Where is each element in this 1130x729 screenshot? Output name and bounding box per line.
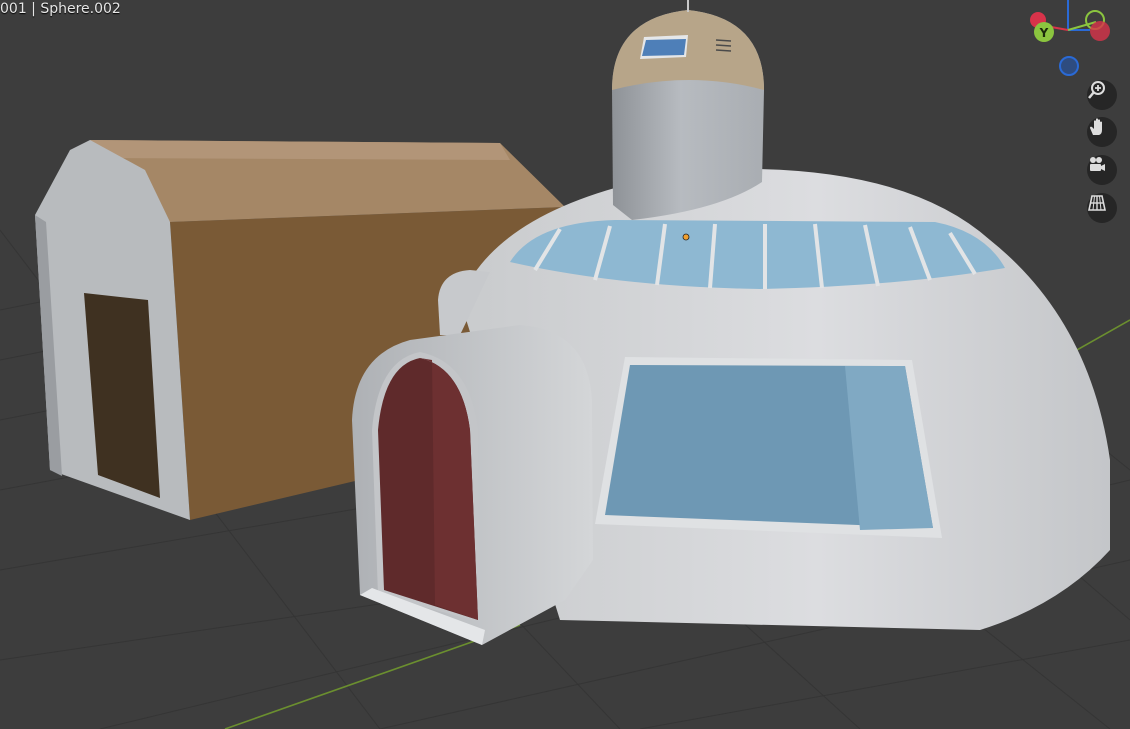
camera-view-button[interactable]	[1087, 155, 1117, 185]
3d-viewport[interactable]: 001 | Sphere.002 Y	[0, 0, 1130, 729]
zoom-button[interactable]	[1087, 80, 1117, 110]
hand-pan-icon	[1090, 118, 1102, 135]
grid-icon	[1088, 195, 1106, 211]
dome-building[interactable]	[352, 0, 1110, 645]
object-info-label: 001 | Sphere.002	[0, 1, 121, 17]
orthographic-toggle-button[interactable]	[1087, 193, 1117, 223]
zoom-icon	[1088, 81, 1105, 99]
pan-button[interactable]	[1087, 117, 1117, 147]
gizmo-neg-x-icon[interactable]	[1090, 21, 1110, 41]
object-origin-point[interactable]	[682, 233, 690, 241]
scene-canvas[interactable]	[0, 0, 1130, 729]
gizmo-y-label: Y	[1039, 26, 1049, 40]
camera-icon	[1090, 157, 1105, 171]
gizmo-neg-z-icon[interactable]	[1059, 56, 1079, 76]
navigation-gizmo[interactable]: Y	[1010, 0, 1130, 90]
